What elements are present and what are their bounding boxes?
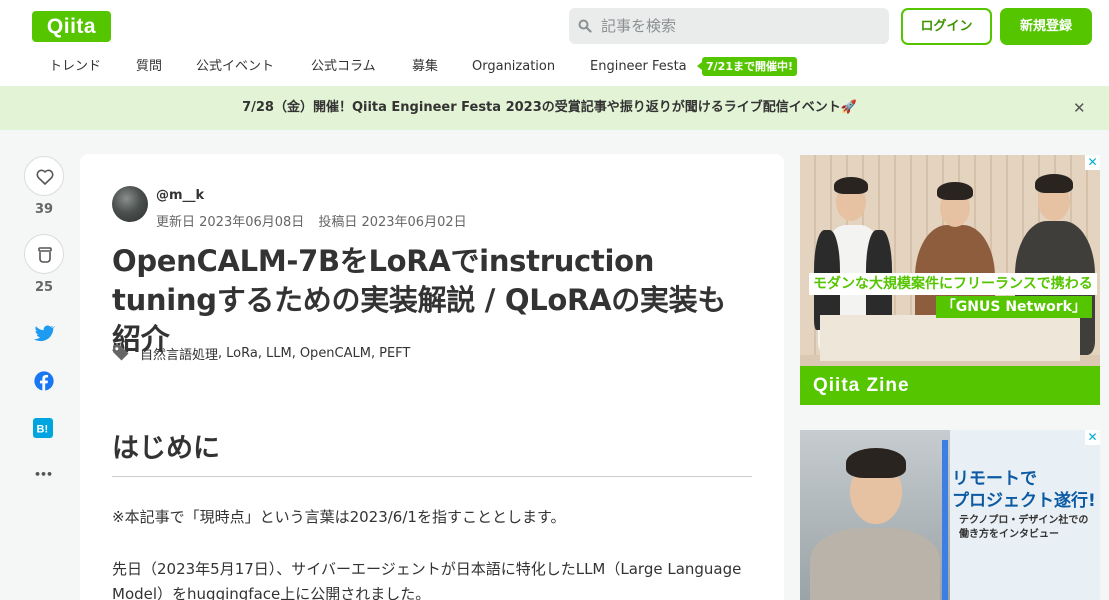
hatena-bookmark-button[interactable]: B! xyxy=(33,418,55,440)
ad-subtitle-line: テクノプロ・デザイン社での xyxy=(959,515,1089,526)
tag-link[interactable]: LoRa xyxy=(226,346,258,361)
festa-badge[interactable]: 7/21まで開催中! xyxy=(697,57,797,76)
ad-accent-bar xyxy=(942,440,948,600)
nav-official-columns[interactable]: 公式コラム xyxy=(311,55,376,79)
like-button[interactable] xyxy=(24,156,64,196)
qiita-zine-logo: Qiita Zine xyxy=(800,366,1100,405)
search-icon xyxy=(578,19,592,33)
hatena-bookmark-icon: B! xyxy=(33,418,53,438)
event-banner: 7/28（金）開催！Qiita Engineer Festa 2023の受賞記事… xyxy=(0,86,1109,130)
like-count: 39 xyxy=(34,202,54,217)
global-nav: トレンド 質問 公式イベント 公式コラム 募集 Organization Eng… xyxy=(0,55,1109,79)
svg-text:B!: B! xyxy=(37,424,49,436)
tag-link[interactable]: PEFT xyxy=(379,346,410,361)
article-card: @m__k 更新日 2023年06月08日 投稿日 2023年06月02日 Ope… xyxy=(80,154,784,600)
sidebar-ad-remote-project[interactable]: リモートで プロジェクト遂行! テクノプロ・デザイン社での 働き方をインタビュー… xyxy=(800,430,1100,600)
heart-icon xyxy=(36,169,54,185)
tag-link[interactable]: LLM xyxy=(266,346,292,361)
search-box[interactable] xyxy=(569,8,889,44)
stock-icon xyxy=(38,247,52,263)
ad-person-hair xyxy=(937,182,973,200)
author-username[interactable]: @m__k xyxy=(156,188,204,203)
ad-close-icon[interactable]: ✕ xyxy=(1085,155,1100,170)
nav-official-events[interactable]: 公式イベント xyxy=(196,55,274,79)
ad-caption: モダンな大規模案件にフリーランスで携わる xyxy=(809,273,1097,295)
nav-organization[interactable]: Organization xyxy=(472,55,555,79)
nav-engineer-festa[interactable]: Engineer Festa xyxy=(590,55,687,79)
ad-person-hair xyxy=(1035,174,1073,193)
site-header: Qiita ログイン 新規登録 トレンド 質問 公式イベント 公式コラム 募集 … xyxy=(0,0,1109,86)
twitter-share-button[interactable] xyxy=(33,322,56,344)
ad-title-line: プロジェクト遂行! xyxy=(952,491,1096,511)
sidebar-ad-qiita-zine[interactable]: モダンな大規模案件にフリーランスで携わる 「GNUS Network」 Qiit… xyxy=(800,155,1100,405)
qiita-logo[interactable]: Qiita xyxy=(32,11,111,42)
tag-icon xyxy=(113,345,129,361)
tag-link[interactable]: 自然言語処理 xyxy=(140,344,218,363)
ad-caption: 「GNUS Network」 xyxy=(935,296,1092,318)
tag-link[interactable]: OpenCALM xyxy=(300,346,371,361)
article-paragraph: 先日（2023年5月17日）、サイバーエージェントが日本語に特化したLLM（La… xyxy=(112,560,742,600)
stock-button[interactable] xyxy=(24,234,64,274)
ad-person xyxy=(810,528,940,600)
ad-table xyxy=(820,315,1080,361)
ad-subtitle: テクノプロ・デザイン社での 働き方をインタビュー xyxy=(959,514,1088,542)
nav-questions[interactable]: 質問 xyxy=(136,55,162,79)
updated-date: 更新日 2023年06月08日 xyxy=(156,215,305,230)
ad-person-hair xyxy=(846,448,906,478)
signup-button[interactable]: 新規登録 xyxy=(1000,8,1092,45)
article-dates: 更新日 2023年06月08日 投稿日 2023年06月02日 xyxy=(156,211,467,230)
banner-text[interactable]: 7/28（金）開催！Qiita Engineer Festa 2023の受賞記事… xyxy=(0,86,1109,130)
facebook-icon xyxy=(34,371,54,391)
section-heading: はじめに xyxy=(112,430,752,477)
nav-recruit[interactable]: 募集 xyxy=(412,55,438,79)
ad-photo xyxy=(800,430,950,600)
article-actions: 39 25 B! ••• xyxy=(24,156,64,481)
more-options-icon[interactable]: ••• xyxy=(34,468,56,490)
posted-date: 投稿日 2023年06月02日 xyxy=(318,215,467,230)
search-input[interactable] xyxy=(601,8,881,44)
author-avatar[interactable] xyxy=(112,186,148,222)
banner-close-icon[interactable]: ✕ xyxy=(1073,99,1086,117)
tag-list: 自然言語処理, LoRa, LLM, OpenCALM, PEFT xyxy=(112,342,410,364)
article-paragraph: ※本記事で「現時点」という言葉は2023/6/1を指すこととします。 xyxy=(112,508,566,526)
ad-person-hair xyxy=(834,177,868,194)
ad-title-line: リモートで xyxy=(952,469,1037,489)
ad-close-icon[interactable]: ✕ xyxy=(1085,430,1100,445)
ad-title: リモートで プロジェクト遂行! xyxy=(952,468,1096,512)
nav-trend[interactable]: トレンド xyxy=(49,55,101,79)
facebook-share-button[interactable] xyxy=(33,370,55,392)
login-button[interactable]: ログイン xyxy=(901,8,992,45)
ad-subtitle-line: 働き方をインタビュー xyxy=(959,529,1059,540)
stock-count: 25 xyxy=(34,280,54,295)
twitter-icon xyxy=(33,325,56,342)
